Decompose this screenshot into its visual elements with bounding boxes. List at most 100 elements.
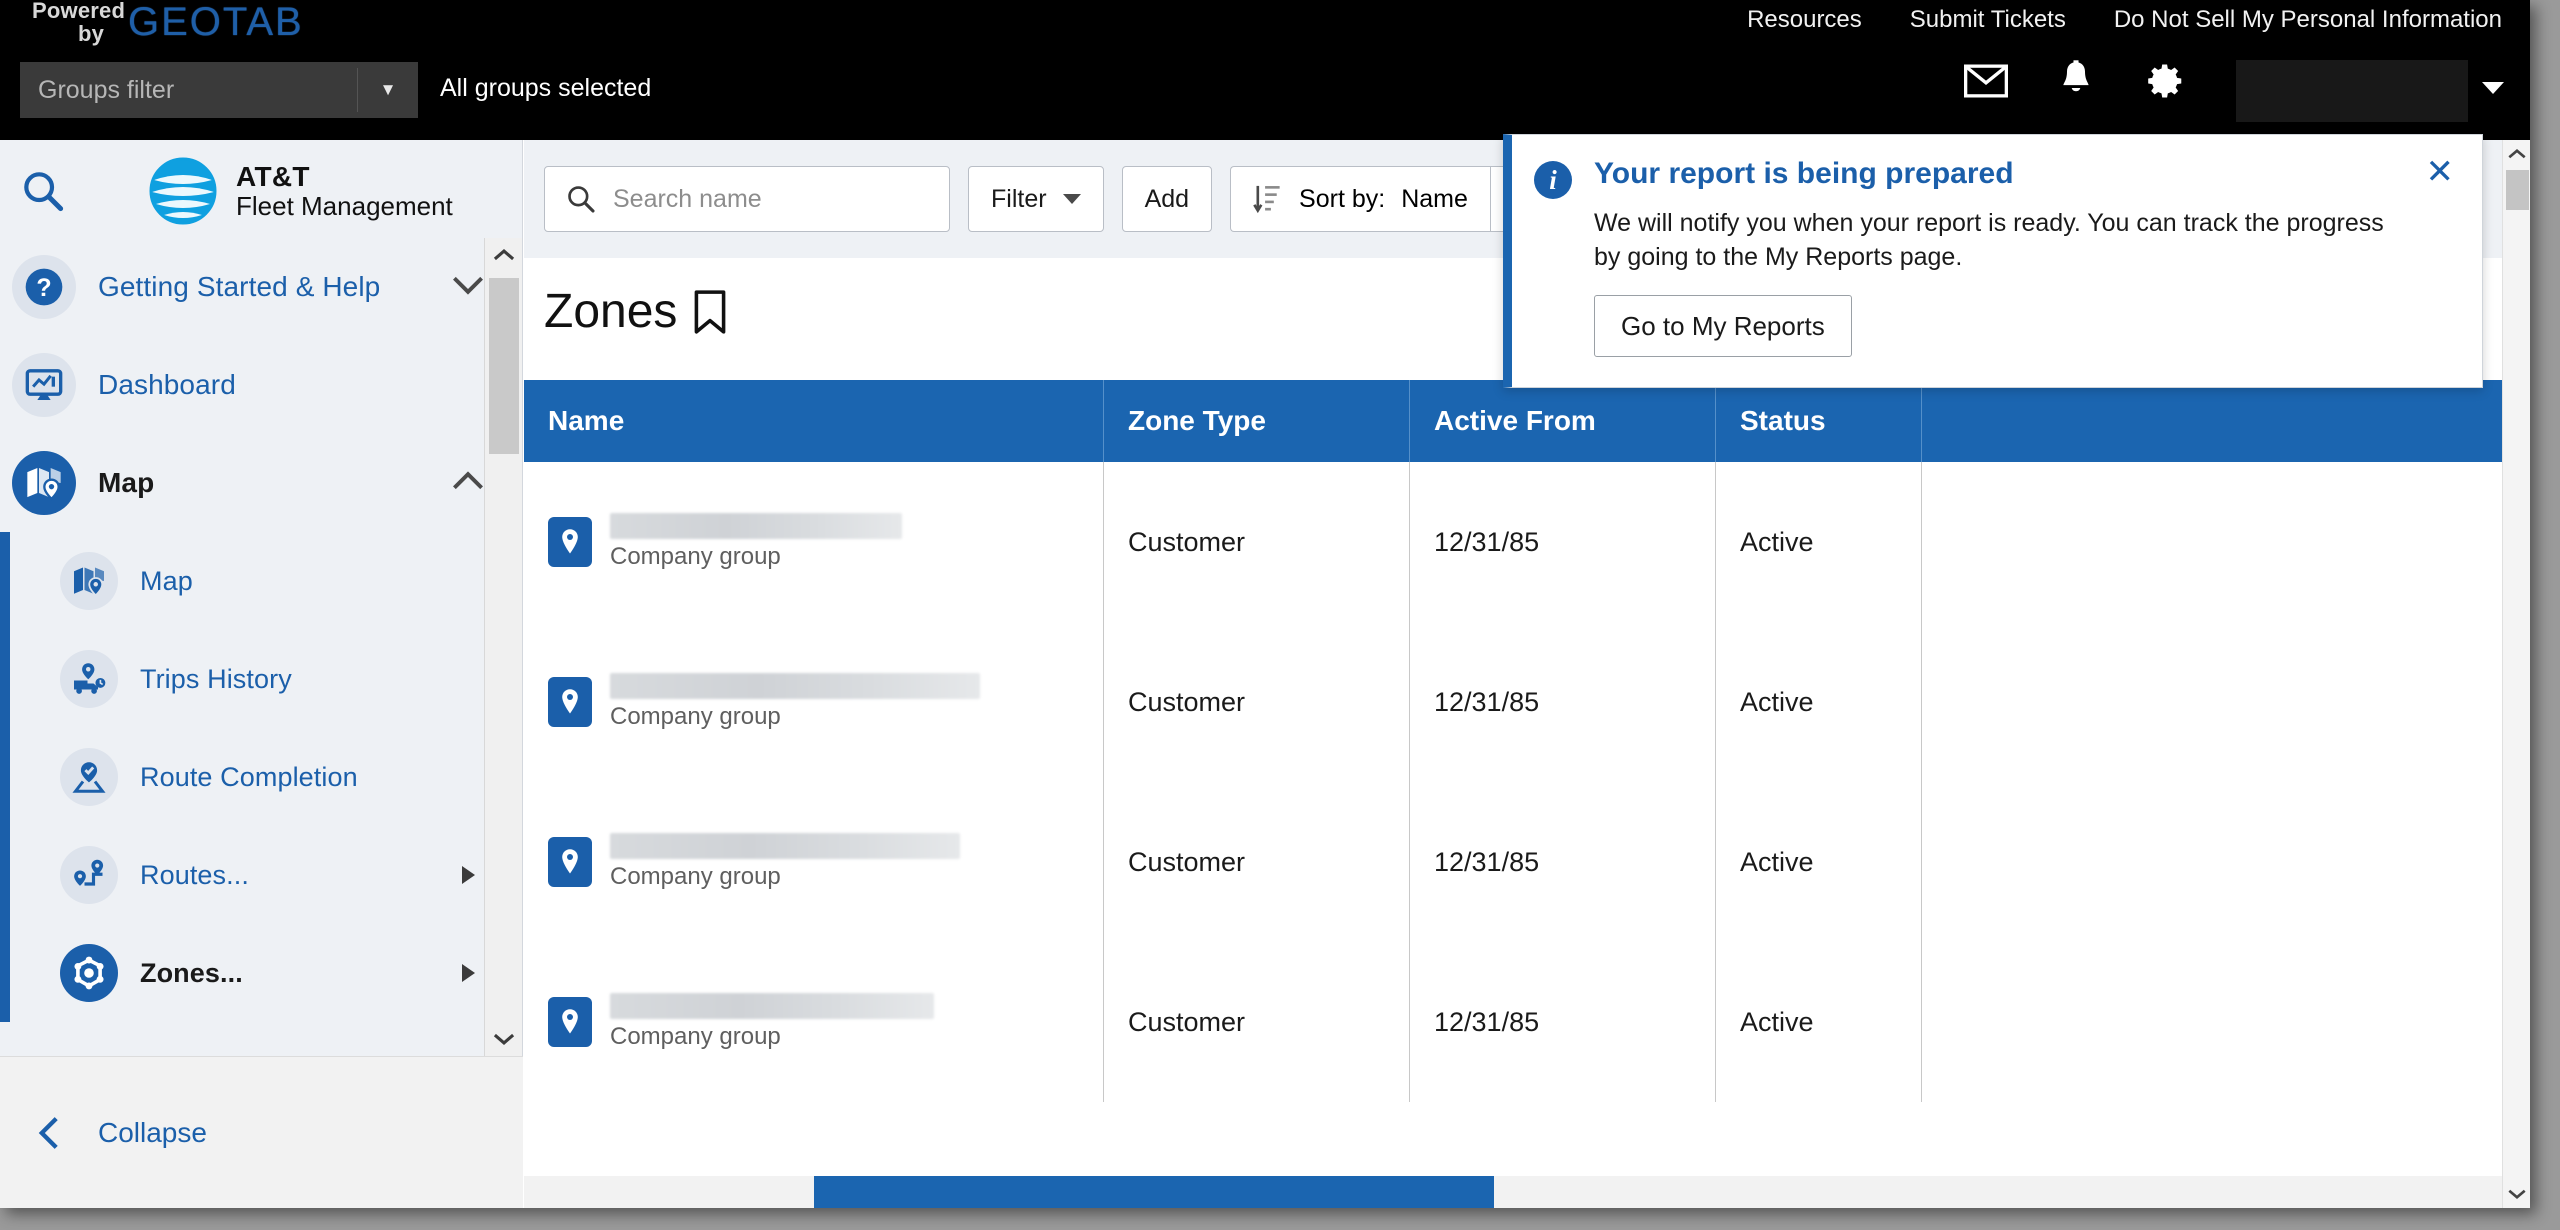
zone-group-label: Company group [610, 543, 781, 570]
top-link-submit-tickets[interactable]: Submit Tickets [1910, 6, 2066, 34]
zone-name-block: Company group [610, 833, 960, 891]
chevron-down-icon[interactable]: ▼ [358, 80, 418, 100]
page-scrollbar[interactable] [2502, 140, 2530, 1208]
page-title-text: Zones [544, 285, 678, 338]
zone-name-cell: Company group [548, 833, 960, 891]
chevron-down-icon[interactable] [2482, 82, 2504, 94]
go-to-my-reports-button[interactable]: Go to My Reports [1594, 295, 1852, 357]
cell-zone-type: Customer [1104, 782, 1410, 942]
sidebar-item-routes[interactable]: Routes... [0, 826, 523, 924]
sidebar-item-dashboard[interactable]: Dashboard [0, 336, 523, 434]
cell-name: Company group [524, 782, 1104, 942]
scroll-up-icon[interactable] [2503, 140, 2530, 168]
scroll-down-icon[interactable] [2503, 1180, 2530, 1208]
sidebar-item-getting-started[interactable]: ? Getting Started & Help [0, 238, 523, 336]
cell-active-from: 12/31/85 [1410, 782, 1716, 942]
collapse-sidebar-button[interactable]: Collapse [0, 1056, 523, 1208]
horizontal-scrollbar-thumb[interactable] [814, 1176, 1494, 1208]
zone-group-label: Company group [610, 703, 781, 730]
top-navigation-bar: Powered by GEOTAB Resources Submit Ticke… [0, 0, 2530, 140]
horizontal-scrollbar[interactable] [524, 1176, 2502, 1208]
sidebar-item-route-completion[interactable]: Route Completion [0, 728, 523, 826]
chevron-right-icon[interactable] [462, 866, 475, 884]
chevron-up-icon[interactable] [451, 470, 485, 497]
redacted-zone-name [610, 513, 902, 539]
cell-active-from: 12/31/85 [1410, 942, 1716, 1102]
sort-by-control: Sort by: Name [1230, 166, 1532, 232]
column-header-active-from[interactable]: Active From [1410, 380, 1716, 462]
dashboard-icon [12, 353, 76, 417]
zone-name-block: Company group [610, 993, 934, 1051]
map-pin-icon [12, 451, 76, 515]
sidebar-item-trips-history[interactable]: Trips History [0, 630, 523, 728]
zone-group-label: Company group [610, 1023, 781, 1050]
att-globe-icon [148, 156, 218, 226]
column-header-zone-type[interactable]: Zone Type [1104, 380, 1410, 462]
map-pin-icon [60, 552, 118, 610]
top-link-resources[interactable]: Resources [1747, 6, 1862, 34]
sort-descending-icon [1253, 185, 1280, 214]
chevron-right-icon[interactable] [462, 964, 475, 982]
cell-name: Company group [524, 942, 1104, 1102]
search-icon[interactable] [20, 168, 66, 219]
sidebar-item-map-sub[interactable]: Map [0, 532, 523, 630]
table-row[interactable]: Company group Customer 12/31/85 Active [524, 622, 2502, 782]
all-groups-selected-label: All groups selected [440, 74, 652, 102]
brand-line-1: AT&T [236, 160, 310, 192]
table-row[interactable]: Company group Customer 12/31/85 Active [524, 462, 2502, 622]
groups-filter-dropdown[interactable]: Groups filter ▼ [20, 62, 418, 118]
add-button[interactable]: Add [1121, 166, 1213, 232]
filter-button[interactable]: Filter [968, 166, 1104, 232]
info-icon: i [1534, 161, 1572, 199]
chevron-left-icon [38, 1116, 58, 1149]
sort-by-button[interactable]: Sort by: Name [1230, 166, 1490, 232]
close-icon[interactable]: ✕ [2426, 155, 2455, 189]
sidebar-item-label: Routes... [140, 859, 249, 890]
cell-status: Active [1716, 782, 1922, 942]
table-body: Company group Customer 12/31/85 Active C… [524, 462, 2502, 1102]
sidebar-item-map[interactable]: Map [0, 434, 523, 532]
sidebar-item-label: Dashboard [98, 369, 236, 400]
notification-body: We will notify you when your report is r… [1594, 209, 2384, 271]
sidebar-item-zones[interactable]: Zones... [0, 924, 523, 1022]
top-links: Resources Submit Tickets Do Not Sell My … [1747, 6, 2502, 34]
page-title: Zones [544, 284, 729, 339]
add-label: Add [1144, 184, 1190, 213]
table-row[interactable]: Company group Customer 12/31/85 Active [524, 782, 2502, 942]
mail-icon[interactable] [1964, 64, 2008, 98]
bell-icon[interactable] [2058, 60, 2094, 102]
top-link-do-not-sell[interactable]: Do Not Sell My Personal Information [2114, 6, 2502, 34]
sidebar-nav-scroll: ? Getting Started & Help Dashboard Map M… [0, 238, 523, 1056]
by-text: by [78, 21, 105, 46]
page-scrollbar-thumb[interactable] [2506, 170, 2529, 210]
brand-line-2: Fleet Management [236, 191, 453, 222]
chevron-down-icon [1062, 194, 1081, 204]
powered-by-label: Powered by [32, 0, 125, 45]
column-header-status[interactable]: Status [1716, 380, 1922, 462]
column-header-name[interactable]: Name [524, 380, 1104, 462]
top-icon-group [1964, 60, 2272, 102]
route-completion-icon [60, 748, 118, 806]
scroll-up-icon[interactable] [485, 238, 522, 272]
zone-name-block: Company group [610, 513, 902, 571]
account-name-redacted[interactable] [2236, 60, 2468, 122]
sidebar-scrollbar-thumb[interactable] [489, 278, 519, 454]
sidebar-item-label: Zones... [140, 957, 243, 988]
sidebar-scrollbar[interactable] [484, 238, 522, 1056]
chevron-down-icon[interactable] [451, 274, 485, 301]
help-circle-icon: ? [12, 255, 76, 319]
scroll-down-icon[interactable] [485, 1022, 522, 1056]
search-input[interactable]: Search name [544, 166, 950, 232]
cell-zone-type: Customer [1104, 622, 1410, 782]
bookmark-icon[interactable] [691, 289, 729, 335]
sidebar-header: AT&T Fleet Management [0, 140, 522, 238]
powered-text: Powered [32, 0, 126, 23]
zone-name-cell: Company group [548, 673, 980, 731]
cell-zone-type: Customer [1104, 462, 1410, 622]
routes-icon [60, 846, 118, 904]
gear-icon[interactable] [2144, 60, 2186, 102]
zone-name-cell: Company group [548, 513, 902, 571]
zone-name-cell: Company group [548, 993, 934, 1051]
table-row[interactable]: Company group Customer 12/31/85 Active [524, 942, 2502, 1102]
trips-history-icon [60, 650, 118, 708]
